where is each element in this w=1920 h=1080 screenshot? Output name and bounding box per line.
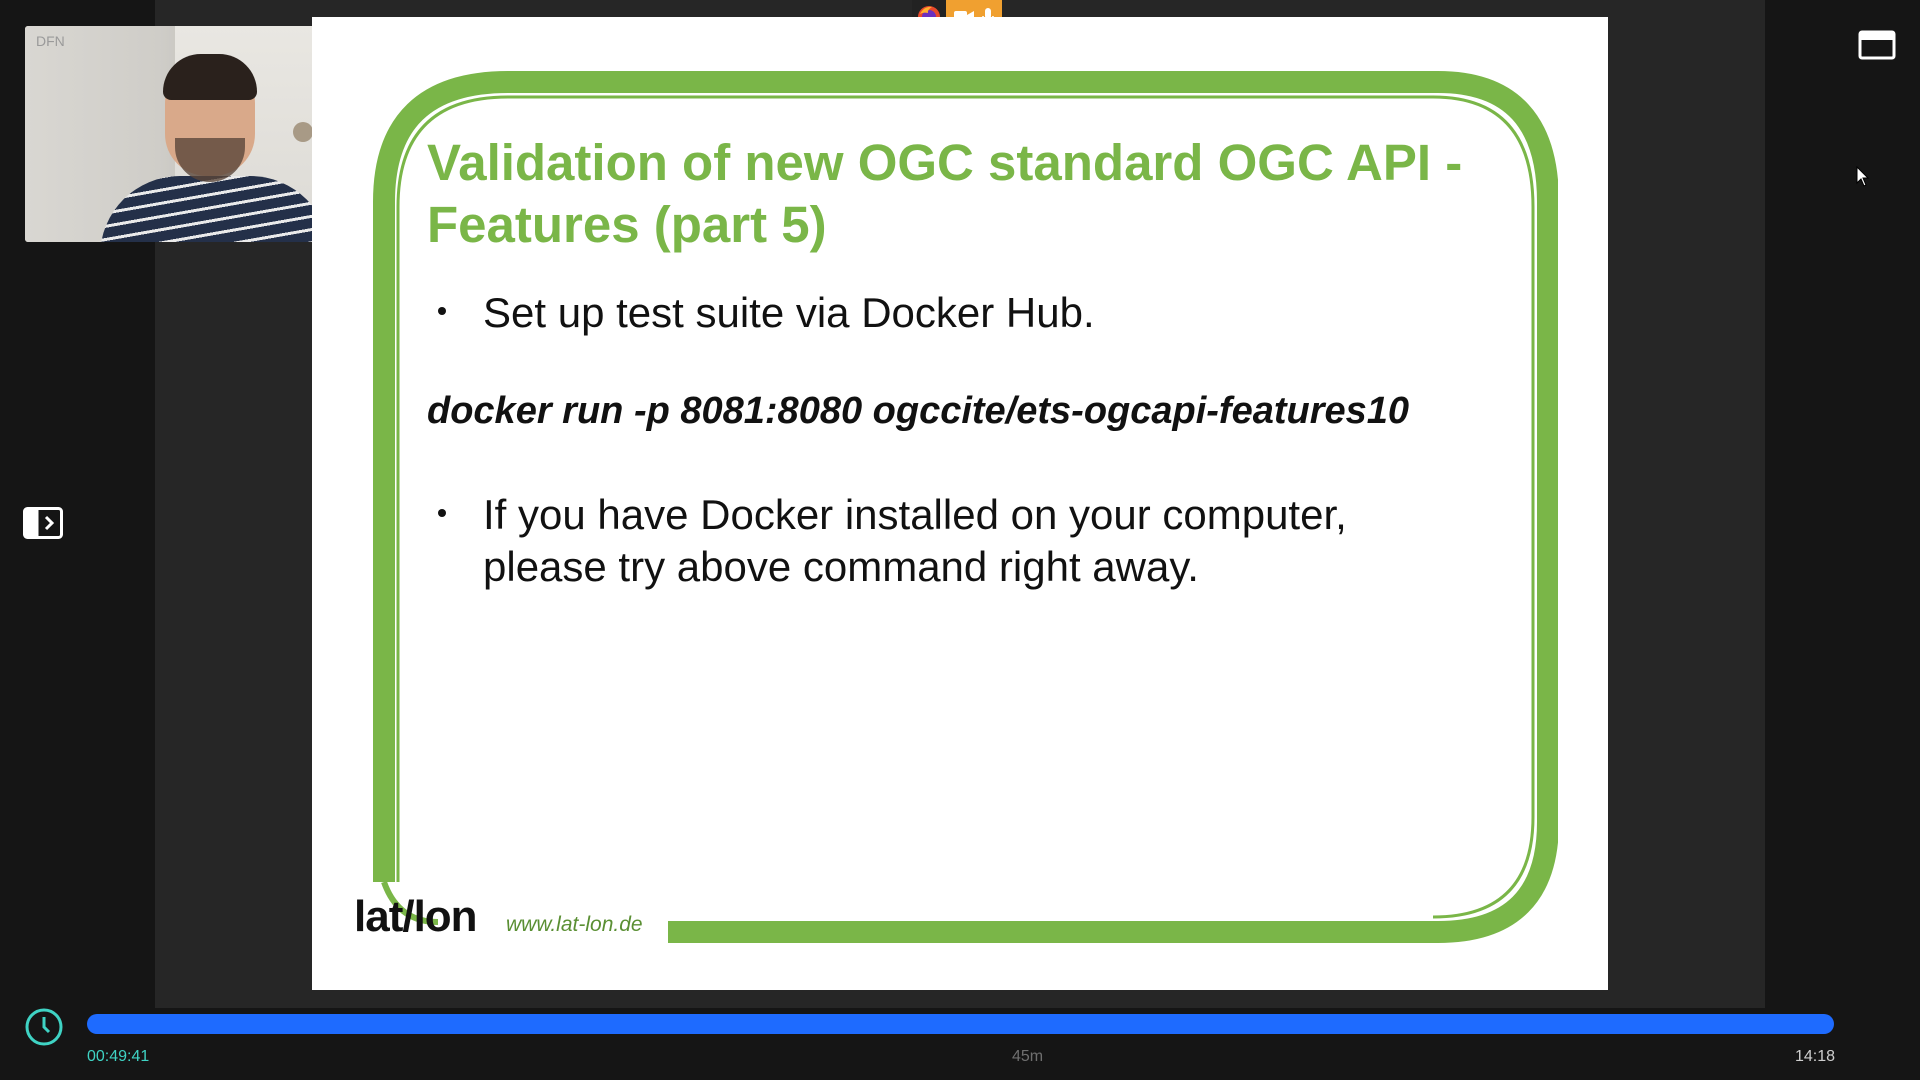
- presentation-slide: Validation of new OGC standard OGC API -…: [312, 17, 1608, 990]
- slide-bullet-2-text: If you have Docker installed on your com…: [483, 491, 1347, 590]
- slide-title: Validation of new OGC standard OGC API -…: [427, 134, 1463, 253]
- slide-bullet-1-text: Set up test suite via Docker Hub.: [483, 289, 1095, 336]
- webcam-wall-item: [293, 122, 313, 142]
- logo-url: www.lat-lon.de: [506, 913, 643, 936]
- current-time: 14:18: [1795, 1048, 1836, 1065]
- bullet-dot: [438, 509, 446, 517]
- clock-icon[interactable]: [24, 1007, 64, 1047]
- latlon-logo: lat/lon: [354, 892, 478, 941]
- bullet-dot: [438, 307, 446, 315]
- slide-bullet-1: Set up test suite via Docker Hub.: [438, 287, 1095, 339]
- webcam-label: DFN: [36, 33, 65, 49]
- picture-in-picture-icon[interactable]: [1858, 30, 1896, 60]
- slide-bullet-2: If you have Docker installed on your com…: [438, 489, 1443, 593]
- time-elapsed: 00:49:41: [87, 1048, 150, 1065]
- sidebar-expand-icon[interactable]: [23, 507, 63, 539]
- playback-progress-bar[interactable]: [87, 1014, 1834, 1034]
- docker-command: docker run -p 8081:8080 ogccite/ets-ogca…: [427, 390, 1410, 432]
- mouse-cursor-icon: [1856, 166, 1870, 187]
- duration-marker: 45m: [1012, 1048, 1044, 1065]
